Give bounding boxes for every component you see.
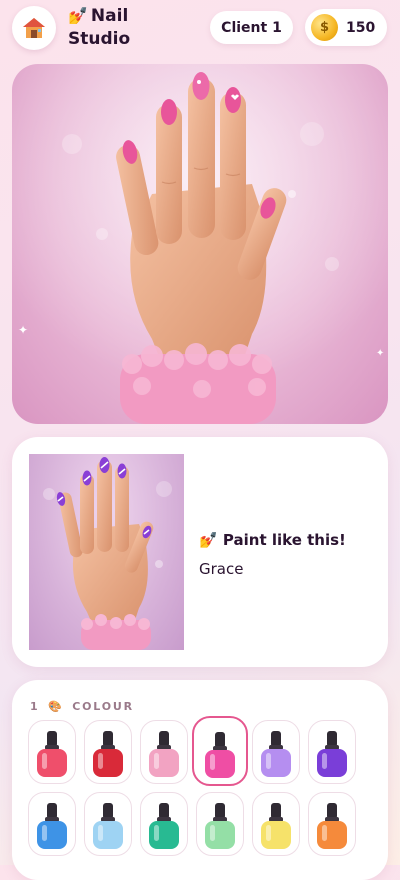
polish-bottle-icon <box>93 803 123 849</box>
polish-swatch[interactable] <box>192 716 248 786</box>
palette-icon: 🎨 <box>48 700 64 713</box>
colour-palette: 1 🎨 COLOUR <box>12 680 388 880</box>
step-number: 1 <box>30 700 40 713</box>
client-badge: Client 1 <box>210 11 293 44</box>
polish-swatch[interactable] <box>308 720 356 784</box>
client-name: Grace <box>199 560 244 578</box>
polish-swatch[interactable] <box>84 720 132 784</box>
logo-text-line1: Nail <box>90 6 129 26</box>
polish-bottle-icon <box>261 803 291 849</box>
reference-card: 💅 Paint like this! Grace <box>12 437 388 667</box>
polish-swatch[interactable] <box>252 720 300 784</box>
svg-text:✦: ✦ <box>376 348 384 359</box>
polish-bottle-icon <box>149 803 179 849</box>
polish-bottle-icon <box>205 732 235 778</box>
dollar-coin-icon: $ <box>311 14 338 41</box>
polish-bottle-icon <box>261 731 291 777</box>
polish-bottle-icon <box>93 731 123 777</box>
top-bar: 💅 Nail Studio Client 1 $ 150 <box>0 0 400 56</box>
logo-text-line2: Studio <box>68 29 131 49</box>
polish-swatch[interactable] <box>140 720 188 784</box>
client-label: Client 1 <box>221 19 282 36</box>
polish-bottle-icon <box>37 731 67 777</box>
reference-title: 💅 Paint like this! <box>199 531 346 549</box>
polish-bottle-icon <box>317 803 347 849</box>
reference-hand-illustration <box>43 457 172 650</box>
polish-swatch[interactable] <box>28 720 76 784</box>
polish-swatch[interactable] <box>84 792 132 856</box>
nail-polish-brush-icon: 💅 <box>68 6 88 25</box>
coin-counter: $ 150 <box>305 9 387 46</box>
polish-bottle-icon <box>37 803 67 849</box>
coin-amount: 150 <box>346 19 376 36</box>
reference-title-text: Paint like this! <box>222 531 346 549</box>
reference-image <box>29 454 184 650</box>
polish-swatch[interactable] <box>308 792 356 856</box>
polish-bottle-icon <box>149 731 179 777</box>
polish-swatch[interactable] <box>196 792 244 856</box>
nail-canvas[interactable]: ✦ ✦ <box>12 64 388 424</box>
polish-swatch[interactable] <box>28 792 76 856</box>
palette-label-text: COLOUR <box>72 700 134 713</box>
house-icon <box>23 18 45 38</box>
home-button[interactable] <box>12 6 56 50</box>
svg-text:✦: ✦ <box>18 323 28 337</box>
app-logo: 💅 Nail Studio <box>68 4 130 51</box>
nail-polish-brush-icon: 💅 <box>199 531 218 549</box>
polish-bottle-icon <box>317 731 347 777</box>
hand-illustration: ✦ ✦ <box>12 64 388 424</box>
polish-swatch[interactable] <box>140 792 188 856</box>
polish-bottle-icon <box>205 803 235 849</box>
palette-header: 1 🎨 COLOUR <box>30 700 134 713</box>
polish-swatch[interactable] <box>252 792 300 856</box>
